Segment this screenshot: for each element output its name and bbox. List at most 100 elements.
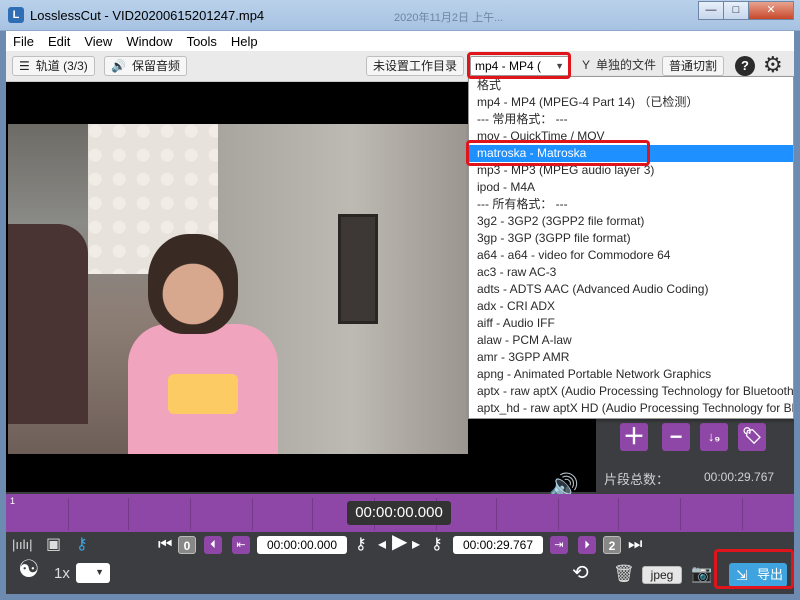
keyframes-key-icon[interactable]: ⚷ (76, 535, 88, 555)
remove-segment-button[interactable]: − (662, 423, 690, 451)
timeline-tick (558, 498, 559, 530)
playback-speed-select[interactable]: ▼ (76, 563, 110, 583)
window-title-ghost: 2020年11月2日 上午... (394, 12, 504, 24)
segment-marker: 1 (10, 496, 16, 506)
menu-help[interactable]: Help (224, 34, 265, 49)
next-cut-button[interactable]: ⏵ (578, 536, 596, 554)
screenshot-format-button[interactable]: jpeg (642, 566, 682, 584)
keep-audio-label: 保留音频 (131, 59, 180, 73)
prev-frame-icon[interactable]: ◂ (378, 535, 386, 555)
skip-right-icon: ⏵ (584, 539, 590, 551)
working-dir-button[interactable]: 未设置工作目录 (366, 56, 465, 76)
next-keyframe-key-icon[interactable]: ⚷ (431, 535, 443, 555)
set-cut-end-button[interactable]: ⇥ (550, 536, 568, 554)
sort-numeric-icon: ↓₉ (707, 429, 721, 444)
menu-tools[interactable]: Tools (180, 34, 224, 49)
current-time: 00:00:00.000 (347, 501, 451, 525)
format-dropdown-list[interactable]: 格式 mp4 - MP4 (MPEG-4 Part 14) （已检测） --- … (468, 76, 794, 419)
timeline-tick (742, 498, 743, 530)
jump-start-icon[interactable]: ⏮ (158, 535, 172, 555)
menu-edit[interactable]: Edit (41, 34, 77, 49)
prev-cut-button[interactable]: ⏴ (204, 536, 222, 554)
keep-audio-button[interactable]: 🔊 保留音频 (104, 56, 187, 76)
trash-icon[interactable]: 🗑 (613, 564, 635, 584)
cut-end-time-input[interactable]: 00:00:29.767 (453, 536, 543, 554)
next-frame-icon[interactable]: ▸ (412, 535, 420, 555)
format-option[interactable]: adts - ADTS AAC (Advanced Audio Coding) (469, 281, 793, 298)
segments-total-label: 片段总数： (604, 472, 670, 487)
video-frame (8, 124, 468, 454)
format-option[interactable]: 3gp - 3GP (3GPP file format) (469, 230, 793, 247)
rotate-icon[interactable]: ⟲ (572, 563, 589, 583)
thumbnails-icon[interactable]: ▣ (46, 535, 61, 555)
export-icon: ⇲ (736, 567, 748, 583)
separate-files-button[interactable]: Y 单独的文件 (576, 56, 662, 76)
format-option[interactable]: ac3 - raw AC-3 (469, 264, 793, 281)
camera-icon[interactable]: 📷 (691, 564, 712, 584)
timeline[interactable]: 1 00:00:00.000 (6, 494, 794, 532)
start-segment-number[interactable]: 0 (178, 536, 196, 554)
playback-speed-label: 1x (54, 565, 70, 582)
end-segment-number[interactable]: 2 (603, 536, 621, 554)
timeline-tick (128, 498, 129, 530)
format-option[interactable]: mp3 - MP3 (MPEG audio layer 3) (469, 162, 793, 179)
format-option[interactable]: aiff - Audio IFF (469, 315, 793, 332)
format-option[interactable]: --- 所有格式： --- (469, 196, 793, 213)
format-option[interactable]: mov - QuickTime / MOV (469, 128, 793, 145)
cut-start-icon: ⇤ (236, 539, 246, 551)
sort-segments-button[interactable]: ↓₉ (700, 423, 728, 451)
format-option[interactable]: --- 常用格式： --- (469, 111, 793, 128)
menu-bar: File Edit View Window Tools Help (6, 31, 794, 51)
video-shirt-print (168, 374, 238, 414)
segment-panel: ＋ − ↓₉ 🏷 片段总数： 00:00:29.767 (596, 419, 794, 492)
tracks-button[interactable]: ☰ 轨道 (3/3) (12, 56, 95, 76)
waveform-icon[interactable]: |ıılı| (12, 535, 32, 555)
export-button[interactable]: ⇲ 导出 (729, 563, 787, 587)
cut-mode-button[interactable]: 普通切割 (662, 56, 725, 76)
format-option[interactable]: adx - CRI ADX (469, 298, 793, 315)
format-option[interactable]: 3g2 - 3GP2 (3GPP2 file format) (469, 213, 793, 230)
menu-view[interactable]: View (77, 34, 119, 49)
fork-icon: Y (582, 58, 591, 72)
yin-yang-icon[interactable]: ☯ (18, 558, 40, 582)
video-mirror (338, 214, 378, 324)
window-controls: — □ ✕ (698, 1, 794, 20)
format-select[interactable]: mp4 - MP4 ( ▼ (470, 56, 570, 76)
maximize-button[interactable]: □ (723, 1, 749, 20)
playback-controls: |ıılı| ▣ ⚷ ⏮ 0 ⏴ ⇤ 00:00:00.000 ⚷ ◂ ▶ ▸ … (6, 532, 794, 594)
tag-icon: 🏷 (741, 428, 763, 445)
timeline-tick (618, 498, 619, 530)
format-option[interactable]: aptx_hd - raw aptX HD (Audio Processing … (469, 400, 793, 417)
skip-left-icon: ⏴ (210, 539, 216, 551)
format-option-highlighted[interactable]: matroska - Matroska (469, 145, 793, 162)
format-option[interactable]: mp4 - MP4 (MPEG-4 Part 14) （已检测） (469, 94, 793, 111)
chevron-down-icon: ▼ (95, 567, 104, 577)
prev-keyframe-key-icon[interactable]: ⚷ (355, 535, 367, 555)
format-select-value: mp4 - MP4 ( (475, 59, 542, 73)
format-option[interactable]: a64 - a64 - video for Commodore 64 (469, 247, 793, 264)
title-bar: L LosslessCut - VID20200615201247.mp4 20… (0, 0, 800, 31)
format-option[interactable]: alaw - PCM A-law (469, 332, 793, 349)
format-option[interactable]: aptx - raw aptX (Audio Processing Techno… (469, 383, 793, 400)
add-segment-button[interactable]: ＋ (620, 423, 648, 451)
format-option[interactable]: 格式 (469, 77, 793, 94)
cut-start-time-input[interactable]: 00:00:00.000 (257, 536, 347, 554)
menu-window[interactable]: Window (119, 34, 179, 49)
format-option[interactable]: ipod - M4A (469, 179, 793, 196)
jump-end-icon[interactable]: ⏭ (628, 535, 642, 555)
timeline-tick (312, 498, 313, 530)
format-option[interactable]: apng - Animated Portable Network Graphic… (469, 366, 793, 383)
minimize-button[interactable]: — (698, 1, 724, 20)
tag-segment-button[interactable]: 🏷 (738, 423, 766, 451)
gear-icon[interactable]: ⚙ (763, 53, 783, 77)
chevron-down-icon: ▼ (555, 61, 564, 71)
format-option[interactable]: amr - 3GPP AMR (469, 349, 793, 366)
video-child-head (148, 234, 238, 334)
close-button[interactable]: ✕ (748, 1, 794, 20)
set-cut-start-button[interactable]: ⇤ (232, 536, 250, 554)
export-label: 导出 (757, 567, 784, 582)
segments-total-value: 00:00:29.767 (704, 470, 775, 484)
menu-file[interactable]: File (6, 34, 41, 49)
help-icon[interactable]: ? (735, 56, 755, 76)
play-icon[interactable]: ▶ (392, 532, 407, 552)
